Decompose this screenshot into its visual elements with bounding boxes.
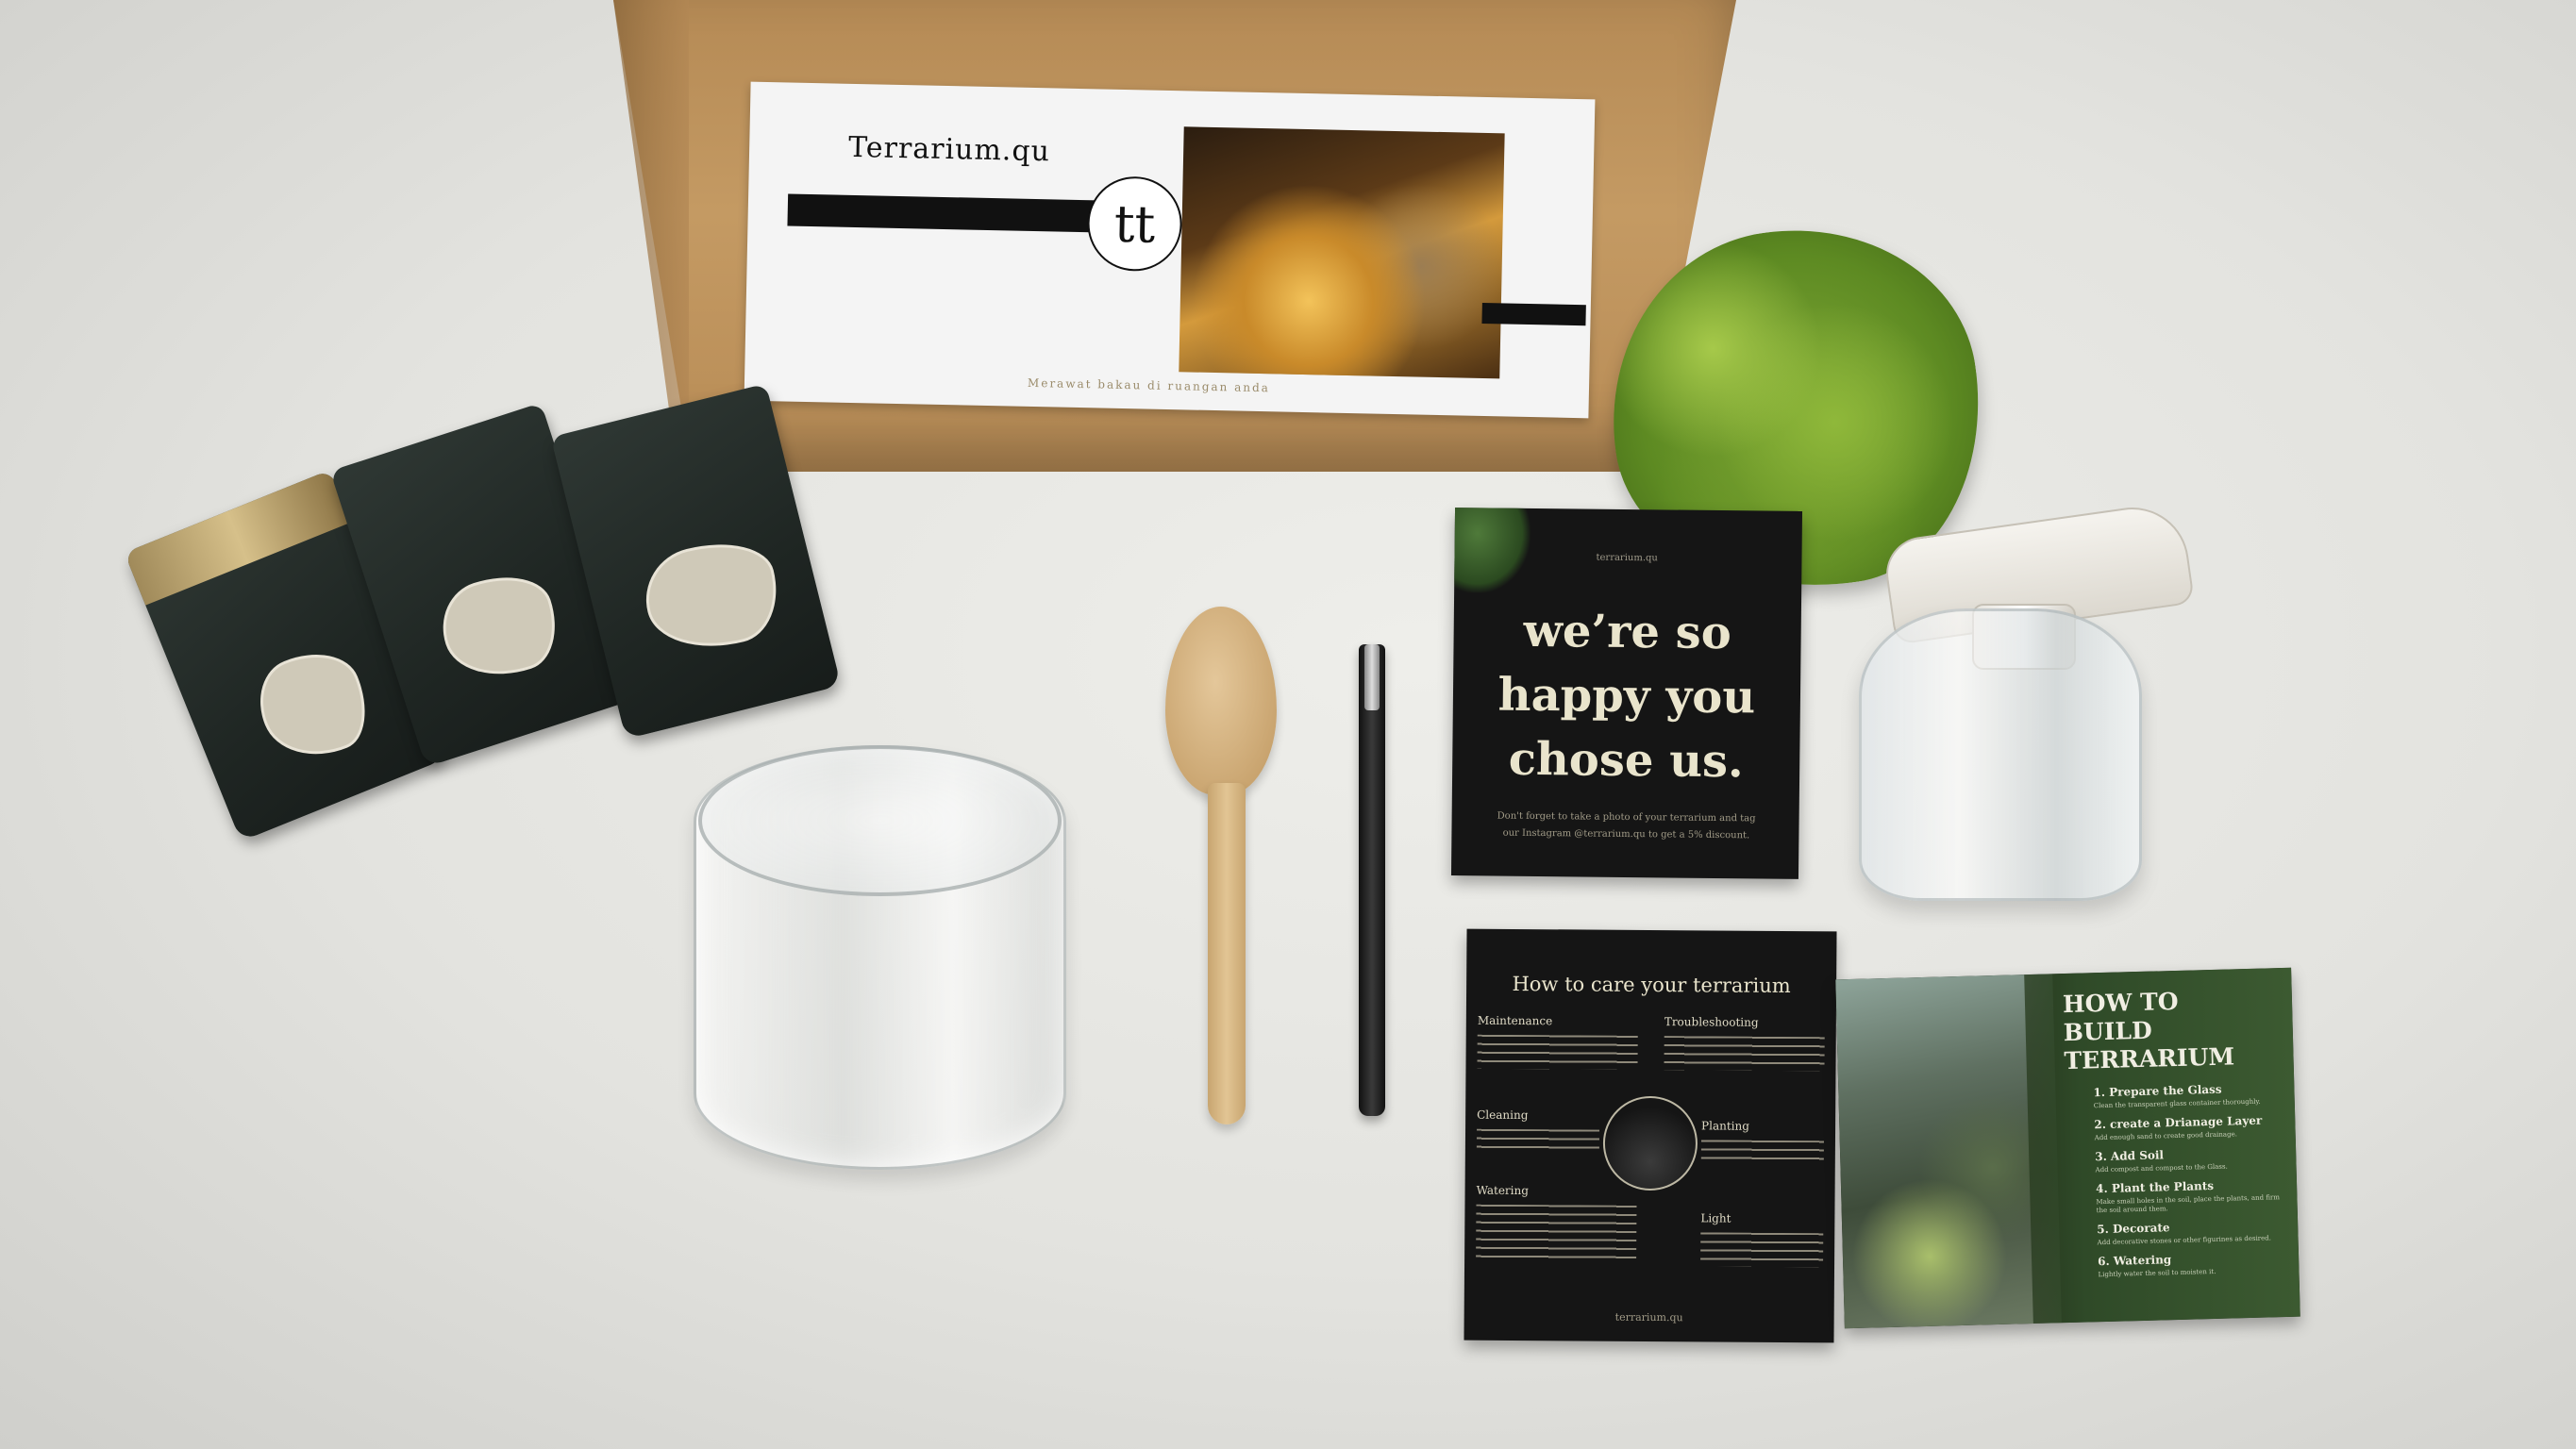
headline-line-1: we’re so	[1523, 604, 1732, 660]
how-to-build-card: HOW TO BUILD TERRARIUM 1. Prepare the Gl…	[1835, 967, 2300, 1329]
care-section-watering: Watering	[1476, 1184, 1637, 1262]
thank-you-headline: we’re so happy you chose us.	[1452, 598, 1801, 794]
wooden-spoon-handle	[1208, 783, 1246, 1124]
section-heading: Watering	[1476, 1183, 1529, 1198]
tweezer-tip	[1364, 644, 1380, 710]
howto-steps: 1. Prepare the Glass Clean the transpare…	[2093, 1081, 2286, 1279]
care-section-maintenance: Maintenance	[1477, 1013, 1638, 1070]
section-heading: Maintenance	[1477, 1013, 1553, 1028]
pouch-window	[635, 529, 789, 663]
step-label: 4. Plant the Plants	[2095, 1178, 2215, 1196]
step-detail: Make small holes in the soil, place the …	[2096, 1193, 2281, 1215]
label-black-band	[787, 193, 1110, 233]
step-detail: Add enough sand to create good drainage.	[2094, 1130, 2237, 1142]
section-text-lines	[1476, 1204, 1637, 1262]
care-footer: terrarium.qu	[1614, 1310, 1683, 1324]
section-text-lines	[1477, 1034, 1638, 1070]
pouch-window	[430, 561, 569, 691]
care-section-light: Light	[1700, 1211, 1824, 1268]
label-black-band-right	[1481, 302, 1586, 326]
section-heading: Troubleshooting	[1664, 1015, 1759, 1029]
pouch-window	[245, 638, 381, 774]
thank-you-body: Don't forget to take a photo of your ter…	[1497, 810, 1756, 841]
label-tagline: Merawat bakau di ruangan anda	[1027, 375, 1271, 395]
terrarium-illustration	[1602, 1095, 1698, 1191]
howto-step: 3. Add Soil Add compost and compost to t…	[2095, 1145, 2284, 1174]
headline-line-3: chose us.	[1508, 732, 1745, 789]
step-detail: Add compost and compost to the Glass.	[2095, 1162, 2228, 1174]
step-label: 6. Watering	[2097, 1253, 2172, 1269]
card-brand-small: terrarium.qu	[1596, 552, 1658, 564]
section-text-lines	[1476, 1128, 1600, 1153]
jar-rim	[698, 745, 1062, 896]
step-label: 2. create a Drianage Layer	[2094, 1113, 2263, 1132]
step-label: 3. Add Soil	[2095, 1148, 2165, 1164]
wooden-spoon-head	[1165, 607, 1277, 795]
spray-bottle	[1859, 608, 2142, 901]
black-tweezer	[1359, 644, 1385, 1116]
section-text-lines	[1700, 1140, 1824, 1164]
howto-step: 5. Decorate Add decorative stones or oth…	[2097, 1218, 2286, 1247]
howto-step: 2. create a Drianage Layer Add enough sa…	[2094, 1113, 2283, 1142]
howto-step: 6. Watering Lightly water the soil to mo…	[2098, 1250, 2287, 1279]
brand-name: Terrarium.qu	[847, 130, 1051, 169]
step-label: 5. Decorate	[2097, 1221, 2170, 1237]
care-section-troubleshooting: Troubleshooting	[1664, 1015, 1825, 1072]
care-instructions-card: How to care your terrarium Maintenance T…	[1464, 928, 1837, 1343]
step-detail: Add decorative stones or other figurines…	[2097, 1234, 2272, 1247]
care-section-cleaning: Cleaning	[1476, 1108, 1600, 1153]
label-photo-terrarium	[1179, 126, 1505, 379]
section-heading: Planting	[1701, 1119, 1749, 1133]
box-side-edge	[613, 0, 689, 472]
section-text-lines	[1664, 1036, 1825, 1072]
howto-title: HOW TO BUILD TERRARIUM	[2063, 985, 2282, 1075]
title-line-3: TERRARIUM	[2064, 1042, 2235, 1075]
pouch-foil-top	[124, 469, 352, 606]
box-label: Terrarium.qu tt Merawat bakau di ruangan…	[744, 81, 1596, 419]
care-title: How to care your terrarium	[1512, 972, 1791, 998]
howto-step: 4. Plant the Plants Make small holes in …	[2096, 1177, 2285, 1215]
brand-logo: tt	[1086, 175, 1183, 273]
leaf-graphic	[1454, 508, 1531, 593]
step-detail: Clean the transparent glass container th…	[2093, 1097, 2261, 1110]
care-section-planting: Planting	[1700, 1119, 1824, 1164]
section-heading: Cleaning	[1477, 1108, 1529, 1123]
thank-you-card: terrarium.qu we’re so happy you chose us…	[1450, 508, 1803, 879]
section-heading: Light	[1700, 1211, 1731, 1225]
howto-step: 1. Prepare the Glass Clean the transpare…	[2093, 1081, 2283, 1110]
headline-line-2: happy you	[1497, 668, 1756, 724]
section-text-lines	[1700, 1232, 1824, 1268]
